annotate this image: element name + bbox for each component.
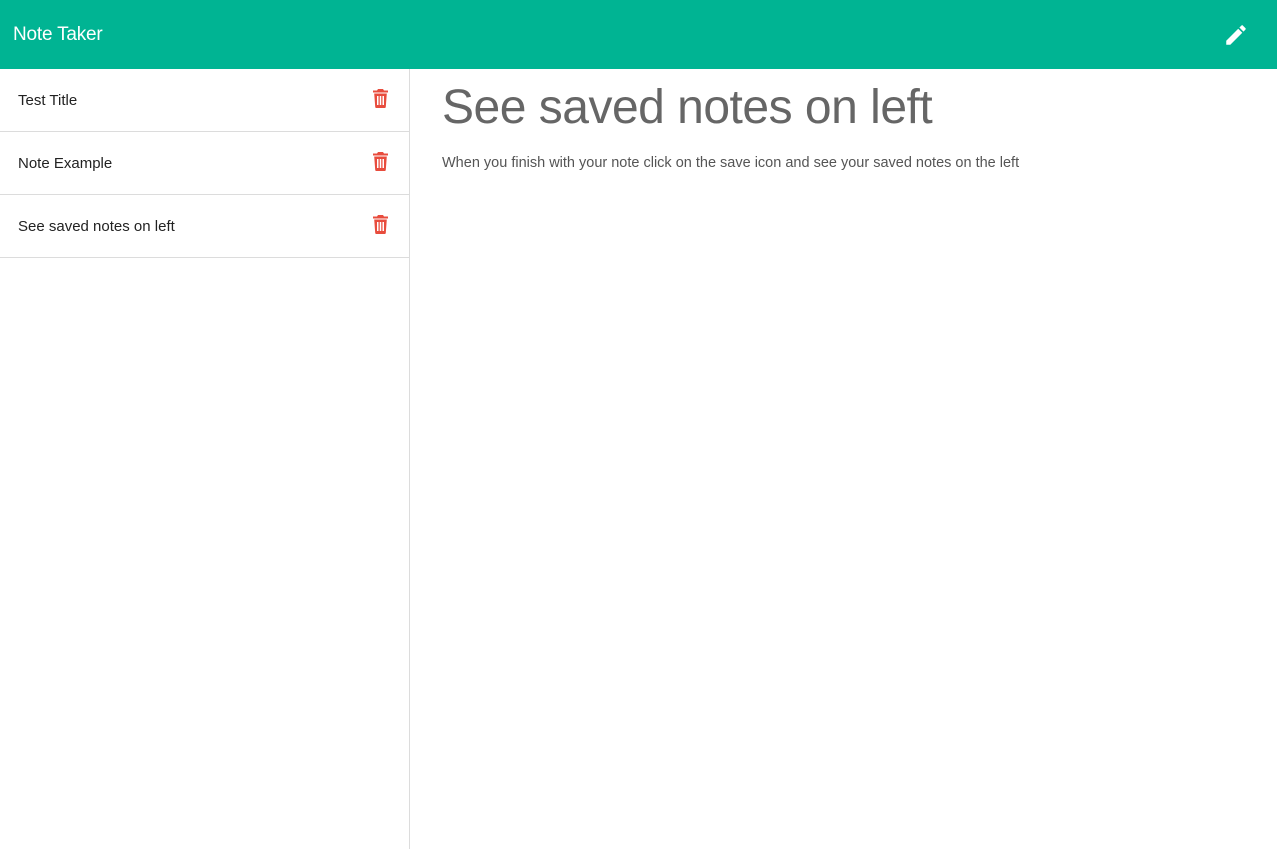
- note-list-item[interactable]: Test Title: [0, 69, 409, 132]
- note-view: See saved notes on left When you finish …: [410, 69, 1277, 849]
- note-title[interactable]: Test Title: [18, 92, 77, 109]
- note-title[interactable]: See saved notes on left: [18, 218, 175, 235]
- trash-icon[interactable]: [371, 88, 389, 108]
- note-view-title: See saved notes on left: [442, 81, 933, 134]
- trash-icon[interactable]: [371, 151, 389, 171]
- note-title[interactable]: Note Example: [18, 155, 112, 172]
- notes-sidebar: Test Title Note Example See saved notes …: [0, 69, 410, 849]
- note-view-text: When you finish with your note click on …: [442, 155, 1020, 171]
- navbar: Note Taker: [0, 0, 1277, 69]
- app-brand[interactable]: Note Taker: [13, 24, 103, 46]
- trash-icon[interactable]: [371, 214, 389, 234]
- pencil-icon[interactable]: [1222, 21, 1250, 49]
- note-list-item[interactable]: See saved notes on left: [0, 195, 409, 258]
- note-list-item[interactable]: Note Example: [0, 132, 409, 195]
- note-list: Test Title Note Example See saved notes …: [0, 69, 409, 258]
